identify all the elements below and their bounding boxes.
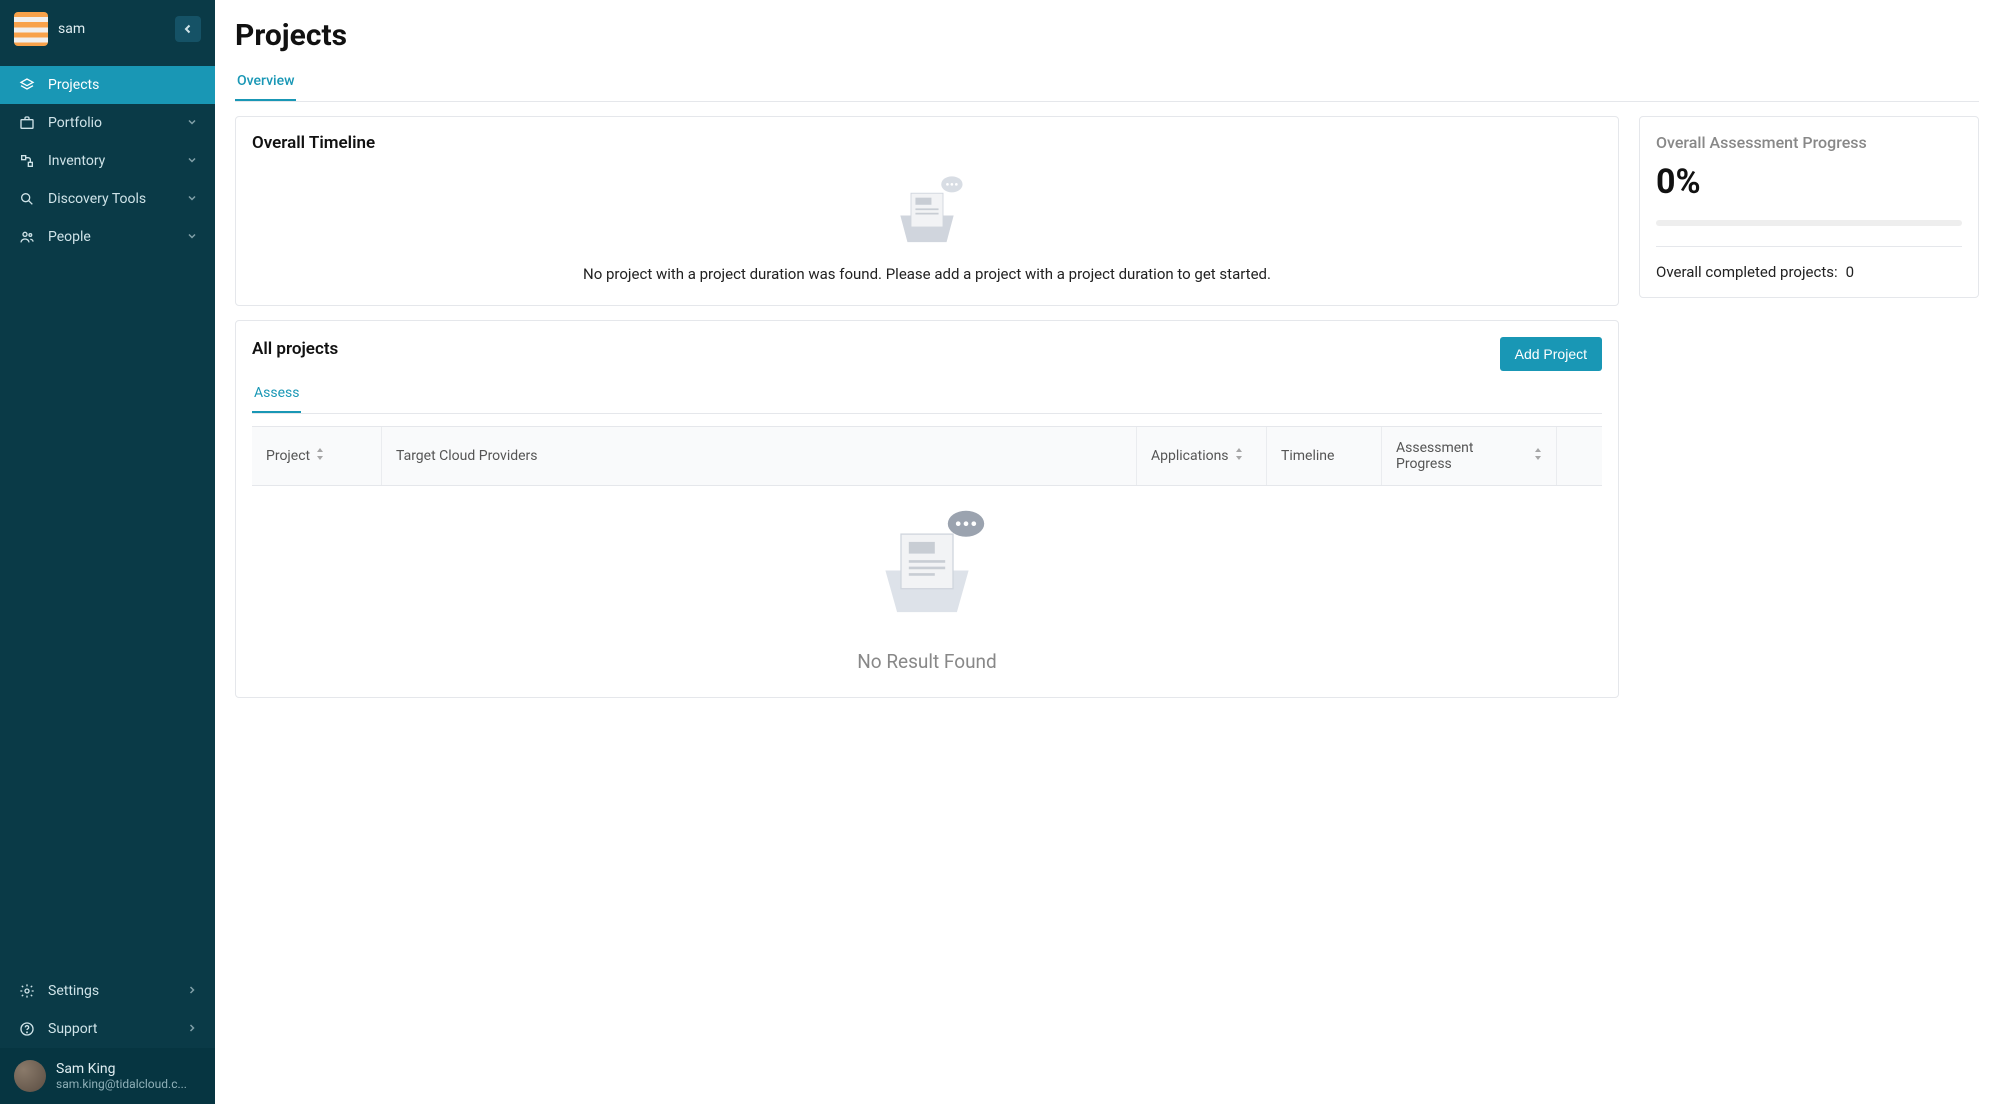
card-title: All projects <box>252 339 338 359</box>
tab-assess[interactable]: Assess <box>252 375 301 413</box>
avatar <box>14 1060 46 1092</box>
page-tabs: Overview <box>235 65 1979 102</box>
sidebar-item-portfolio[interactable]: Portfolio <box>0 104 215 142</box>
completed-projects-label: Overall completed projects: <box>1656 263 1838 281</box>
column-header-cloud[interactable]: Target Cloud Providers <box>382 427 1137 485</box>
progress-percentage: 0% <box>1656 162 1962 202</box>
sort-icon <box>316 448 324 464</box>
empty-inbox-icon <box>882 171 972 255</box>
empty-inbox-icon <box>862 504 992 628</box>
sidebar-item-label: Portfolio <box>48 115 102 131</box>
column-header-project[interactable]: Project <box>252 427 382 485</box>
sidebar-item-label: Inventory <box>48 153 105 169</box>
sort-icon <box>1534 448 1542 464</box>
project-subtabs: Assess <box>252 375 1602 414</box>
sidebar-item-discovery-tools[interactable]: Discovery Tools <box>0 180 215 218</box>
completed-projects-count: 0 <box>1846 263 1854 281</box>
chevron-left-icon <box>183 22 193 37</box>
overall-timeline-card: Overall Timeline <box>235 116 1619 306</box>
column-header-timeline[interactable]: Timeline <box>1267 427 1382 485</box>
gear-icon <box>18 982 36 1000</box>
chevron-down-icon <box>187 191 197 207</box>
briefcase-icon <box>18 114 36 132</box>
projects-table-header: Project Target Cloud Providers Applicati… <box>252 426 1602 486</box>
column-header-actions <box>1557 427 1602 485</box>
chevron-right-icon <box>187 983 197 999</box>
layers-icon <box>18 76 36 94</box>
sidebar-item-support[interactable]: Support <box>0 1010 215 1048</box>
user-name: Sam King <box>56 1061 187 1077</box>
all-projects-card: All projects Add Project Assess Project … <box>235 320 1619 698</box>
sidebar-collapse-button[interactable] <box>175 16 201 42</box>
add-project-button[interactable]: Add Project <box>1500 337 1602 371</box>
sidebar-item-projects[interactable]: Projects <box>0 66 215 104</box>
chevron-right-icon <box>187 1021 197 1037</box>
sidebar: sam Projects Portfolio Inventory <box>0 0 215 1104</box>
no-result-message: No Result Found <box>252 650 1602 673</box>
column-header-progress[interactable]: Assessment Progress <box>1382 427 1557 485</box>
chevron-down-icon <box>187 115 197 131</box>
user-email: sam.king@tidalcloud.c... <box>56 1077 187 1091</box>
card-title: Overall Timeline <box>252 133 1602 153</box>
page-title: Projects <box>235 18 1979 53</box>
assessment-progress-card: Overall Assessment Progress 0% Overall c… <box>1639 116 1979 298</box>
help-icon <box>18 1020 36 1038</box>
users-icon <box>18 228 36 246</box>
sidebar-item-label: Settings <box>48 983 99 999</box>
app-logo <box>14 12 48 46</box>
search-icon <box>18 190 36 208</box>
sitemap-icon <box>18 152 36 170</box>
user-profile[interactable]: Sam King sam.king@tidalcloud.c... <box>0 1048 215 1104</box>
tab-overview[interactable]: Overview <box>235 65 296 101</box>
sidebar-item-label: Discovery Tools <box>48 191 146 207</box>
primary-nav: Projects Portfolio Inventory Discovery T… <box>0 58 215 972</box>
sidebar-item-label: Support <box>48 1021 97 1037</box>
column-header-applications[interactable]: Applications <box>1137 427 1267 485</box>
sidebar-header: sam <box>0 0 215 58</box>
chevron-down-icon <box>187 229 197 245</box>
progress-bar <box>1656 220 1962 226</box>
sort-icon <box>1235 448 1243 464</box>
sidebar-item-inventory[interactable]: Inventory <box>0 142 215 180</box>
empty-timeline-message: No project with a project duration was f… <box>252 265 1602 283</box>
sidebar-item-label: Projects <box>48 77 99 93</box>
sidebar-item-label: People <box>48 229 91 245</box>
sidebar-item-people[interactable]: People <box>0 218 215 256</box>
sidebar-item-settings[interactable]: Settings <box>0 972 215 1010</box>
main-content: Projects Overview Overall Timeline <box>215 0 1999 1104</box>
workspace-name: sam <box>58 21 165 37</box>
secondary-nav: Settings Support Sam King sam.king@tidal… <box>0 972 215 1104</box>
chevron-down-icon <box>187 153 197 169</box>
card-title: Overall Assessment Progress <box>1656 133 1962 152</box>
